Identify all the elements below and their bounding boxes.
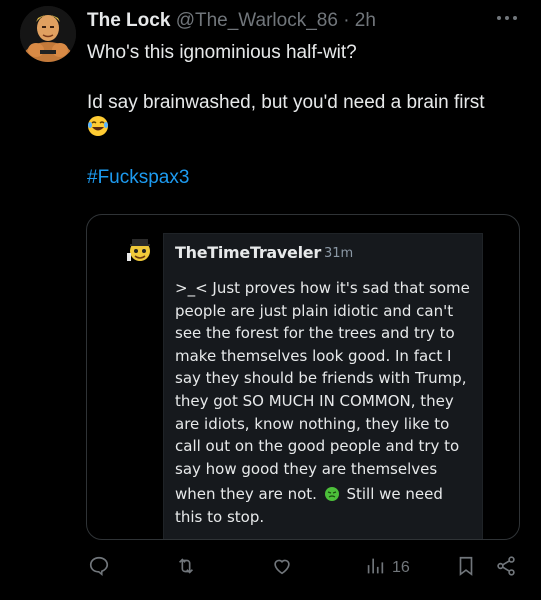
quoted-line: they got SO MUCH IN COMMON, they [175, 391, 454, 410]
quoted-line: >_< Just proves how it's sad that some [175, 279, 470, 297]
quoted-time: 31m [324, 246, 354, 261]
author-name[interactable]: The Lock [87, 10, 170, 31]
quoted-line-with-emoji: when they are not. Still we need [175, 483, 475, 506]
tweet-header: The Lock @The_Warlock_86 · 2h [87, 9, 521, 33]
tweet-line-2: Id say brainwashed, but you'd need a bra… [87, 92, 485, 113]
views-button[interactable]: 16 [364, 552, 410, 584]
bookmark-button[interactable] [455, 552, 477, 584]
author-avatar[interactable] [20, 6, 76, 62]
retweet-button[interactable] [175, 552, 197, 584]
quoted-line: people are just plain idiotic and can't [175, 301, 454, 320]
share-icon [495, 555, 517, 582]
quoted-line: see the forest for the trees and try to [175, 324, 455, 343]
quoted-text-before-emoji: when they are not. [175, 485, 317, 504]
quoted-line: say they should be friends with Trump, [175, 369, 467, 388]
quoted-author-avatar-icon [123, 233, 157, 267]
quoted-line: are idiots, know nothing, they like to [175, 414, 450, 433]
header-separator: · [343, 10, 350, 31]
reply-button[interactable] [88, 552, 110, 584]
quoted-line: say how good they are themselves [175, 459, 438, 478]
tweet-action-bar: 16 [0, 552, 541, 584]
tweet-line-1: Who's this ignominious half-wit? [87, 42, 357, 63]
tweet-emoji-line [87, 115, 527, 140]
tweet-time[interactable]: 2h [355, 10, 376, 31]
bookmark-icon [455, 555, 477, 582]
hashtag-link[interactable]: #Fuckspax3 [87, 165, 527, 190]
views-chart-icon [364, 555, 386, 582]
more-options-icon[interactable] [493, 10, 521, 26]
like-button[interactable] [271, 552, 293, 584]
heart-icon [271, 555, 293, 582]
quoted-line: this to stop. [175, 507, 265, 526]
share-button[interactable] [495, 552, 517, 584]
green-sick-face-emoji-icon [324, 486, 340, 502]
quoted-text-after-emoji: Still we need [346, 485, 443, 504]
author-handle[interactable]: @The_Warlock_86 [176, 10, 338, 31]
quoted-card[interactable]: TheTimeTraveler 31m >_< Just proves how … [86, 214, 520, 540]
views-count: 16 [392, 559, 410, 576]
quoted-author-name: TheTimeTraveler [175, 243, 321, 262]
tweet-body: Who's this ignominious half-wit? Id say … [87, 40, 527, 190]
quoted-body: >_< Just proves how it's sad that some p… [175, 277, 475, 529]
retweet-icon [175, 555, 197, 582]
rolling-on-floor-laughing-emoji-icon [87, 115, 109, 137]
quoted-line: make themselves look good. In fact I [175, 346, 452, 365]
quoted-line: call out on the good people and try to [175, 437, 460, 456]
reply-icon [88, 555, 110, 582]
